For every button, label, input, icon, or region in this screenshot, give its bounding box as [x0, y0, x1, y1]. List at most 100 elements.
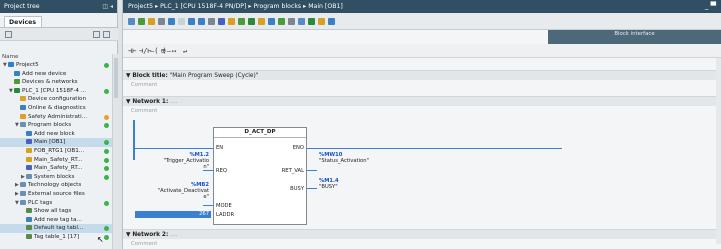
toolbar-button-icon[interactable] [218, 18, 225, 25]
ladder-element-button[interactable]: ↦ [172, 47, 176, 55]
toolbar-button-icon[interactable] [228, 18, 235, 25]
tree-item-icon [20, 113, 26, 119]
tree-item[interactable]: Add new tag ta... [0, 216, 118, 225]
project-tree-title: Project tree [4, 3, 40, 10]
block-comment[interactable]: Comment [131, 82, 157, 88]
ok-status-icon [104, 234, 109, 240]
toolbar-button-icon[interactable] [258, 18, 265, 25]
tree-item-icon [14, 87, 20, 93]
network-1-title[interactable]: .... [170, 99, 177, 105]
pin-icon[interactable]: ◫ ◂ [102, 3, 113, 10]
toolbar-button-icon[interactable] [198, 18, 205, 25]
tree-item[interactable]: ▶ System blocks [0, 173, 118, 182]
tree-item-icon [26, 208, 32, 214]
mouse-cursor-icon: ↖ [97, 235, 104, 244]
ok-status-icon [104, 200, 109, 206]
tree-item-label: Tag table_1 [17] [34, 233, 80, 240]
tree-item-icon [26, 156, 32, 162]
toolbar-button-icon[interactable] [298, 18, 305, 25]
toolbar-button-icon[interactable] [128, 18, 135, 25]
tree-item-icon [26, 173, 32, 179]
breadcrumb: Project5 ▸ PLC_1 [CPU 1518F-4 PN/DP] ▸ P… [128, 3, 343, 10]
tree-item-label: Main [OB1] [34, 139, 66, 146]
grid-view-icon[interactable] [93, 31, 100, 38]
tree-item-icon [8, 62, 14, 67]
network-2-comment[interactable]: Comment [131, 241, 157, 247]
network-2-title[interactable]: .... [170, 232, 177, 238]
tree-item[interactable]: ▼ PLC_1 [CPU 1518F-4 ... [0, 87, 118, 96]
ok-status-icon [104, 226, 109, 232]
tree-item-label: FOB_RTG1 [OB1... [34, 147, 85, 154]
toolbar-button-icon[interactable] [148, 18, 155, 25]
tree-item[interactable]: ▶ Technology objects [0, 181, 118, 190]
ladder-toolbar: ⊣⊢ ⊣/⊢ –( )– ⊞ ↦ ↵ [123, 44, 721, 58]
tree-column-name: Name [2, 54, 19, 60]
tree-item[interactable]: Main_Safety_RT... [0, 164, 118, 173]
ok-status-icon [104, 123, 109, 129]
toolbar-button-icon[interactable] [278, 18, 285, 25]
network-2-label: Network 2: [132, 232, 169, 238]
tree-item-icon [14, 79, 20, 85]
tree-item-label: PLC tags [28, 199, 53, 206]
overview-icon[interactable] [5, 31, 12, 38]
toolbar-button-icon[interactable] [188, 18, 195, 25]
ladder-element-button[interactable]: ↵ [183, 47, 187, 55]
toolbar-button-icon[interactable] [208, 18, 215, 25]
ok-status-icon [104, 166, 109, 172]
tree-item[interactable]: Add new block [0, 130, 118, 139]
tree-item[interactable]: Device configuration [0, 95, 118, 104]
block-interface-bar[interactable]: Block interface [548, 30, 721, 44]
tree-item-label: Add new block [34, 130, 75, 137]
toolbar-button-icon[interactable] [248, 18, 255, 25]
network-1-bar[interactable]: ▼ Network 1: .... [123, 96, 721, 106]
tree-item[interactable]: ▶ External source files [0, 190, 118, 199]
tree-item[interactable]: Main [OB1] [0, 138, 118, 147]
tree-item-label: Add new device [22, 70, 67, 77]
tree-item[interactable]: Main_Safety_RT... [0, 156, 118, 165]
window-controls[interactable]: _ ▀ [705, 2, 716, 10]
project-tree-panel: Project tree ◫ ◂ Devices Name ▼ Project5 A… [0, 0, 118, 249]
list-view-icon[interactable] [103, 31, 110, 38]
tree-item-icon [26, 225, 32, 231]
tree-item-label: Project5 [16, 62, 39, 68]
editor-vertical-scrollbar[interactable] [716, 58, 721, 244]
tree-item-icon [26, 130, 32, 136]
ladder-element-button[interactable]: ⊣⊢ [128, 47, 136, 55]
block-title-bar[interactable]: ▼ Block title: "Main Program Sweep (Cycl… [123, 70, 721, 80]
tree-item-icon [20, 199, 26, 205]
tree-item[interactable]: FOB_RTG1 [OB1... [0, 147, 118, 156]
toolbar-button-icon[interactable] [268, 18, 275, 25]
toolbar-button-icon[interactable] [138, 18, 145, 25]
toolbar-button-icon[interactable] [328, 18, 335, 25]
tree-item[interactable]: Show all tags [0, 207, 118, 216]
tree-item-label: System blocks [34, 173, 75, 180]
tree-item[interactable]: ▼ Program blocks [0, 121, 118, 130]
network-2-bar[interactable]: ▼ Network 2: .... [123, 229, 721, 239]
tree-item[interactable]: Safety Administrati... [0, 113, 118, 122]
tree-item-label: Main_Safety_RT... [34, 156, 83, 163]
ok-status-icon [104, 148, 109, 154]
toolbar-button-icon[interactable] [288, 18, 295, 25]
tree-item[interactable]: ▼ PLC tags [0, 199, 118, 208]
toolbar-button-icon[interactable] [168, 18, 175, 25]
ladder-element-button[interactable]: ⊞ [161, 47, 165, 55]
project-tree-header: Project tree ◫ ◂ [0, 0, 117, 13]
toolbar-button-icon[interactable] [238, 18, 245, 25]
toolbar-button-icon[interactable] [308, 18, 315, 25]
tab-devices[interactable]: Devices [4, 16, 42, 27]
tree-item[interactable]: Add new device [0, 70, 118, 79]
ok-status-icon [104, 63, 109, 68]
block-title-value[interactable]: "Main Program Sweep (Cycle)" [170, 73, 259, 79]
tree-item[interactable]: ▼ Project5 [0, 61, 118, 70]
editor-toolbar [123, 13, 721, 30]
toolbar-button-icon[interactable] [158, 18, 165, 25]
toolbar-button-icon[interactable] [318, 18, 325, 25]
tree-item-icon [20, 96, 26, 102]
tree-item[interactable]: Default tag tabl... [0, 224, 118, 233]
ok-status-icon [104, 174, 109, 180]
tree-item-icon [20, 190, 26, 196]
toolbar-button-icon[interactable] [178, 18, 185, 25]
tree-item[interactable]: Devices & networks [0, 78, 118, 87]
network-1-comment[interactable]: Comment [131, 108, 157, 114]
tree-item[interactable]: Online & diagnostics [0, 104, 118, 113]
